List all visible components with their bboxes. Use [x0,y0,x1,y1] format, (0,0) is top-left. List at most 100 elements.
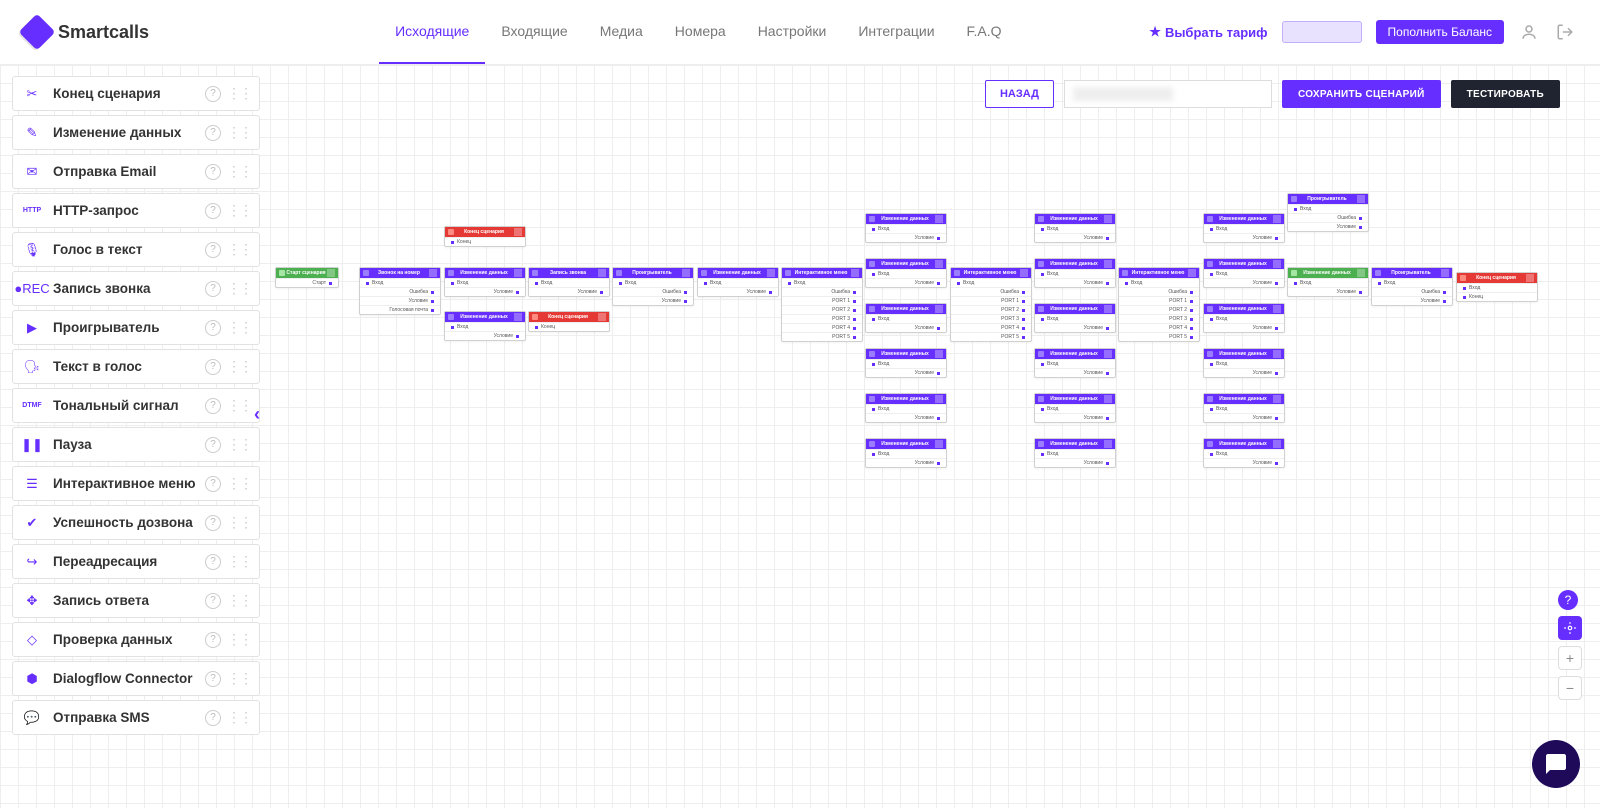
port-handle[interactable] [936,281,941,286]
node-header[interactable]: Конец сценария [529,312,609,322]
node-header[interactable]: Изменение данных [1035,304,1115,314]
flow-node[interactable]: ПроигрывательВходОшибкаУсловие [612,267,694,306]
help-icon[interactable]: ? [205,359,221,375]
node-header[interactable]: Интерактивное меню [951,268,1031,278]
close-icon[interactable] [1273,350,1281,358]
port-handle[interactable] [1274,371,1279,376]
node-header[interactable]: Изменение данных [1204,304,1284,314]
port-handle[interactable] [1274,326,1279,331]
flow-node[interactable]: Конец сценарияВходКонец [1456,272,1538,302]
nav-item-3[interactable]: Номера [659,0,742,64]
flow-node[interactable]: Изменение данныхВходУсловие [1034,348,1116,378]
port-handle[interactable] [1021,326,1026,331]
port-handle[interactable] [1189,290,1194,295]
port-handle[interactable] [1021,290,1026,295]
flow-node[interactable]: Конец сценарияКонец [528,311,610,332]
drag-handle-icon[interactable]: ⋮⋮ [227,709,251,726]
port-handle[interactable] [1021,317,1026,322]
nav-item-4[interactable]: Настройки [742,0,843,64]
flow-node[interactable]: Старт сценарияСтарт [275,267,339,288]
close-icon[interactable] [1441,269,1449,277]
port-handle[interactable] [1209,452,1214,457]
port-handle[interactable] [1358,290,1363,295]
back-button[interactable]: НАЗАД [985,80,1054,108]
port-handle[interactable] [871,317,876,322]
port-handle[interactable] [534,325,539,330]
help-fab[interactable]: ? [1558,590,1578,610]
close-icon[interactable] [1273,395,1281,403]
palette-item-7[interactable]: 🗣Текст в голос?⋮⋮ [12,349,260,384]
drag-handle-icon[interactable]: ⋮⋮ [227,319,251,336]
port-handle[interactable] [1124,281,1129,286]
balance-display[interactable] [1282,21,1362,43]
help-icon[interactable]: ? [205,671,221,687]
close-icon[interactable] [1104,395,1112,403]
close-icon[interactable] [935,260,943,268]
flow-node[interactable]: Изменение данныхВходУсловие [865,348,947,378]
nav-item-0[interactable]: Исходящие [379,0,485,64]
port-handle[interactable] [852,308,857,313]
help-icon[interactable]: ? [205,515,221,531]
port-handle[interactable] [1274,236,1279,241]
help-icon[interactable]: ? [205,398,221,414]
close-icon[interactable] [327,269,335,277]
close-icon[interactable] [598,313,606,321]
node-header[interactable]: Изменение данных [445,312,525,322]
node-header[interactable]: Изменение данных [1288,268,1368,278]
palette-item-10[interactable]: ☰Интерактивное меню?⋮⋮ [12,466,260,501]
node-header[interactable]: Проигрыватель [1288,194,1368,204]
node-header[interactable]: Изменение данных [1204,394,1284,404]
palette-item-16[interactable]: 💬Отправка SMS?⋮⋮ [12,700,260,735]
flow-node[interactable]: Звонок на номерВходОшибкаУсловиеГолосова… [359,267,441,315]
help-icon[interactable]: ? [205,554,221,570]
flow-node[interactable]: ПроигрывательВходОшибкаУсловие [1371,267,1453,306]
flow-node[interactable]: Изменение данныхВходУсловие [865,438,947,468]
logo[interactable]: Smartcalls [24,19,149,45]
port-handle[interactable] [450,325,455,330]
port-handle[interactable] [618,281,623,286]
help-icon[interactable]: ? [205,203,221,219]
palette-item-8[interactable]: DTMFТональный сигнал?⋮⋮ [12,388,260,423]
node-header[interactable]: Звонок на номер [360,268,440,278]
port-handle[interactable] [515,290,520,295]
close-icon[interactable] [1188,269,1196,277]
flow-node[interactable]: Интерактивное менюВходОшибкаPORT 1PORT 2… [950,267,1032,342]
port-handle[interactable] [936,416,941,421]
nav-item-2[interactable]: Медиа [584,0,659,64]
close-icon[interactable] [935,440,943,448]
port-handle[interactable] [1040,227,1045,232]
node-header[interactable]: Изменение данных [866,439,946,449]
help-icon[interactable]: ? [205,86,221,102]
port-handle[interactable] [871,362,876,367]
flow-node[interactable]: Изменение данныхВходУсловие [865,303,947,333]
drag-handle-icon[interactable]: ⋮⋮ [227,436,251,453]
drag-handle-icon[interactable]: ⋮⋮ [227,475,251,492]
port-handle[interactable] [871,452,876,457]
flow-node[interactable]: Изменение данныхВходУсловие [1203,348,1285,378]
flow-node[interactable]: Изменение данныхВходУсловие [1287,267,1369,297]
drag-handle-icon[interactable]: ⋮⋮ [227,670,251,687]
flow-node[interactable]: Интерактивное менюВходОшибкаPORT 1PORT 2… [1118,267,1200,342]
node-header[interactable]: Запись звонка [529,268,609,278]
port-handle[interactable] [871,407,876,412]
flow-node[interactable]: Изменение данныхВходУсловие [1034,438,1116,468]
port-handle[interactable] [1293,207,1298,212]
node-header[interactable]: Изменение данных [1204,349,1284,359]
flow-node[interactable]: Интерактивное менюВходОшибкаPORT 1PORT 2… [781,267,863,342]
node-header[interactable]: Изменение данных [1204,259,1284,269]
drag-handle-icon[interactable]: ⋮⋮ [227,397,251,414]
node-header[interactable]: Изменение данных [866,259,946,269]
drag-handle-icon[interactable]: ⋮⋮ [227,202,251,219]
close-icon[interactable] [1357,269,1365,277]
node-header[interactable]: Интерактивное меню [782,268,862,278]
port-handle[interactable] [515,334,520,339]
palette-item-12[interactable]: ↪Переадресация?⋮⋮ [12,544,260,579]
port-handle[interactable] [1358,225,1363,230]
flow-node[interactable]: Изменение данныхВходУсловие [865,393,947,423]
port-handle[interactable] [1189,308,1194,313]
close-icon[interactable] [514,313,522,321]
node-header[interactable]: Проигрыватель [1372,268,1452,278]
flow-node[interactable]: Изменение данныхВходУсловие [865,213,947,243]
help-icon[interactable]: ? [205,242,221,258]
choose-tariff-link[interactable]: ★ Выбрать тариф [1149,24,1267,40]
